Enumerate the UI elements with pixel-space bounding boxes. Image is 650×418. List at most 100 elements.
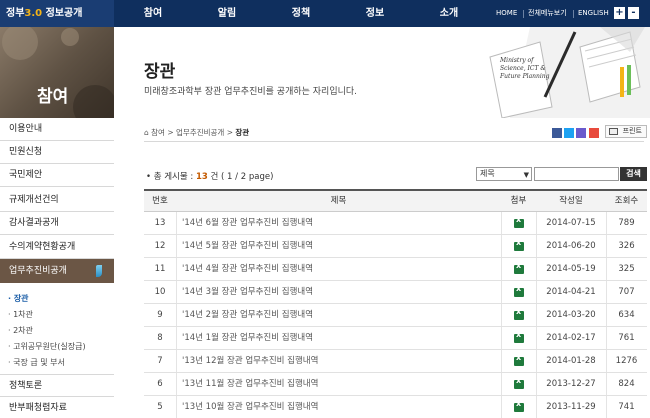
column-divider (501, 327, 502, 349)
excel-file-icon[interactable] (514, 261, 524, 274)
facebook-icon[interactable] (552, 128, 562, 138)
zoom-in-button[interactable]: + (614, 7, 625, 19)
util-divider (523, 10, 524, 18)
column-divider (536, 235, 537, 257)
excel-file-icon[interactable] (514, 215, 524, 228)
util-divider (573, 10, 574, 18)
breadcrumb-item[interactable]: 업무추진비공개 (176, 128, 224, 137)
column-divider (501, 350, 502, 372)
table-row[interactable]: 9 '14년 2월 장관 업무추진비 집행내역 2014-03-20 634 (144, 304, 647, 327)
sidebar-item-contracts[interactable]: 수의계약현황공개 (0, 236, 114, 259)
column-divider (501, 235, 502, 257)
nav-item-notice[interactable]: 알림 (197, 0, 257, 27)
row-title-link[interactable]: '13년 11월 장관 업무추진비 집행내역 (176, 373, 501, 396)
row-title-link[interactable]: '14년 5월 장관 업무추진비 집행내역 (176, 235, 501, 258)
row-number: 10 (154, 287, 166, 297)
row-number: 8 (157, 333, 163, 343)
row-date: 2014-02-17 (546, 333, 596, 343)
sidebar-item-anticorruption[interactable]: 반부패청렴자료 (0, 397, 114, 418)
table-row[interactable]: 5 '13년 10월 장관 업무추진비 집행내역 2013-11-29 741 (144, 396, 647, 418)
me2day-icon[interactable] (576, 128, 586, 138)
column-divider (606, 373, 607, 395)
sub-item-senior[interactable]: · 고위공무원단(실장급) (8, 341, 86, 352)
excel-file-icon[interactable] (514, 238, 524, 251)
printer-icon (609, 128, 618, 135)
sidebar-item-audit[interactable]: 감사결과공개 (0, 212, 114, 235)
brand-logo[interactable]: 정부3.0 정보공개 (0, 0, 114, 27)
sidebar-item-expense[interactable]: 업무추진비공개 (0, 259, 114, 283)
sidebar-item-debate[interactable]: 정책토론 (0, 374, 114, 397)
column-divider (176, 212, 177, 234)
excel-file-icon[interactable] (514, 376, 524, 389)
row-title-link[interactable]: '14년 2월 장관 업무추진비 집행내역 (176, 304, 501, 327)
header-number: 번호 (152, 196, 168, 206)
sidebar-item-proposal[interactable]: 국민제안 (0, 164, 114, 187)
cyworld-icon[interactable] (589, 128, 599, 138)
search-input[interactable] (534, 167, 619, 181)
twitter-icon[interactable] (564, 128, 574, 138)
sidebar-item-regulation[interactable]: 규제개선건의 (0, 189, 114, 212)
table-row[interactable]: 12 '14년 5월 장관 업무추진비 집행내역 2014-06-20 326 (144, 235, 647, 258)
row-views: 741 (618, 402, 635, 412)
excel-file-icon[interactable] (514, 353, 524, 366)
column-divider (176, 350, 177, 372)
breadcrumb-item[interactable]: 참여 (151, 128, 165, 137)
search-field-select[interactable]: 제목 ▼ (476, 167, 532, 181)
column-divider (536, 212, 537, 234)
excel-file-icon[interactable] (514, 307, 524, 320)
column-divider (176, 235, 177, 257)
row-views: 707 (618, 287, 635, 297)
column-divider (536, 327, 537, 349)
excel-file-icon[interactable] (514, 399, 524, 412)
sub-item-minister[interactable]: · 장관 (8, 293, 29, 304)
sidebar-item-label: 업무추진비공개 (9, 266, 67, 276)
row-views: 824 (618, 379, 635, 389)
row-title-link[interactable]: '14년 1월 장관 업무추진비 집행내역 (176, 327, 501, 350)
nav-item-about[interactable]: 소개 (419, 0, 479, 27)
sidebar-item-guide[interactable]: 이용안내 (0, 118, 114, 141)
nav-item-information[interactable]: 정보 (345, 0, 405, 27)
column-divider (501, 212, 502, 234)
print-button[interactable]: 프린트 (605, 125, 647, 138)
table-row[interactable]: 8 '14년 1월 장관 업무추진비 집행내역 2014-02-17 761 (144, 327, 647, 350)
count-prefix: • 총 게시물 : (146, 172, 196, 182)
sitemap-link[interactable]: 전체메뉴보기 (528, 0, 567, 27)
column-divider (606, 304, 607, 326)
zoom-out-button[interactable]: - (628, 7, 639, 19)
row-date: 2013-11-29 (546, 402, 596, 412)
row-number: 6 (157, 379, 163, 389)
row-views: 761 (618, 333, 635, 343)
excel-file-icon[interactable] (514, 284, 524, 297)
table-row[interactable]: 10 '14년 3월 장관 업무추진비 집행내역 2014-04-21 707 (144, 281, 647, 304)
header-date: 작성일 (559, 196, 583, 206)
column-divider (536, 396, 537, 418)
table-row[interactable]: 11 '14년 4월 장관 업무추진비 집행내역 2014-05-19 325 (144, 258, 647, 281)
search-button[interactable]: 검색 (620, 167, 647, 181)
row-title-link[interactable]: '14년 6월 장관 업무추진비 집행내역 (176, 212, 501, 235)
row-title-link[interactable]: '14년 3월 장관 업무추진비 집행내역 (176, 281, 501, 304)
table-row[interactable]: 6 '13년 11월 장관 업무추진비 집행내역 2013-12-27 824 (144, 373, 647, 396)
column-divider (536, 373, 537, 395)
header-title: 제목 (330, 196, 347, 206)
nav-item-participation[interactable]: 참여 (123, 0, 183, 27)
row-title-link[interactable]: '14년 4월 장관 업무추진비 집행내역 (176, 258, 501, 281)
sidebar-title: 참여 (37, 87, 69, 107)
english-link[interactable]: ENGLISH (578, 0, 609, 27)
column-divider (501, 258, 502, 280)
table-row[interactable]: 7 '13년 12월 장관 업무추진비 집행내역 2014-01-28 1276 (144, 350, 647, 373)
home-link[interactable]: HOME (496, 0, 517, 27)
top-bar: 정부3.0 정보공개 참여 알림 정책 정보 소개 HOME 전체메뉴보기 EN… (0, 0, 650, 27)
row-title-link[interactable]: '13년 10월 장관 업무추진비 집행내역 (176, 396, 501, 418)
row-title-link[interactable]: '13년 12월 장관 업무추진비 집행내역 (176, 350, 501, 373)
sub-item-vice1[interactable]: · 1차관 (8, 309, 33, 320)
sub-item-vice2[interactable]: · 2차관 (8, 325, 33, 336)
nav-item-policy[interactable]: 정책 (271, 0, 331, 27)
table-row[interactable]: 13 '14년 6월 장관 업무추진비 집행내역 2014-07-15 789 (144, 212, 647, 235)
row-date: 2014-06-20 (546, 241, 596, 251)
excel-file-icon[interactable] (514, 330, 524, 343)
row-date: 2014-07-15 (546, 218, 596, 228)
column-divider (176, 281, 177, 303)
sidebar-item-civil-petition[interactable]: 민원신청 (0, 141, 114, 164)
home-icon[interactable]: ⌂ (144, 128, 149, 137)
sub-item-director[interactable]: · 국장 급 및 부서 (8, 357, 65, 368)
